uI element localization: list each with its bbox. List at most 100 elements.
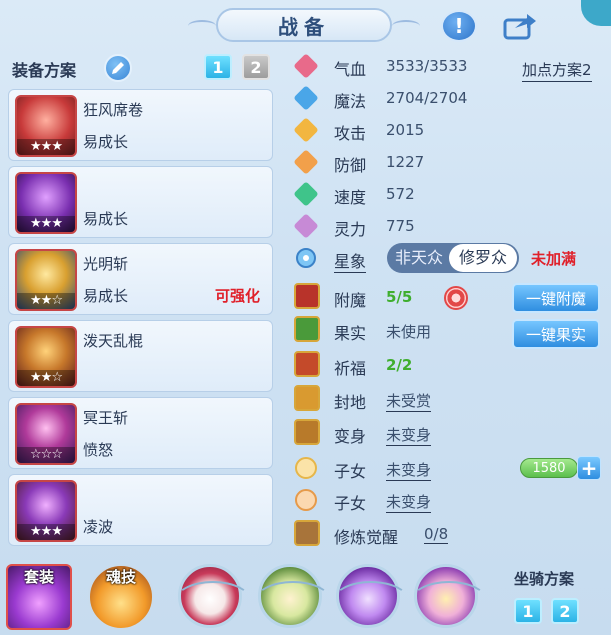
child-label: 子女 <box>334 494 367 513</box>
pencil-icon <box>112 62 124 74</box>
stat-defense-row: 防御 1227 <box>290 148 610 178</box>
enchant-value: 5/5 <box>386 288 413 306</box>
mount-plan-2-button[interactable]: 2 <box>551 598 579 624</box>
mount-plan-title: 坐骑方案 <box>514 570 575 588</box>
armored-boots-icon: ★★★ <box>15 480 77 542</box>
fief-label: 封地 <box>334 393 367 412</box>
star-rating: ★★★ <box>17 524 75 540</box>
fief-value[interactable]: 未受赏 <box>386 390 432 412</box>
edit-plan-button[interactable] <box>104 54 132 82</box>
one-click-enchant-button[interactable]: 一键附魔 <box>512 283 600 313</box>
spirit-icon <box>293 213 319 239</box>
blessing-value: 2/2 <box>386 356 413 374</box>
transform-row: 变身 未变身 <box>290 419 610 449</box>
help-button[interactable]: ! <box>441 10 477 42</box>
timer-icon[interactable] <box>444 286 468 310</box>
header-bar: 战备 ! <box>0 0 611 48</box>
child-icon <box>294 488 318 512</box>
blessing-icon <box>294 351 320 377</box>
awaken-row: 修炼觉醒 0/8 <box>290 520 610 550</box>
orb-slot-4[interactable] <box>409 564 489 628</box>
sword-icon <box>293 117 319 143</box>
stat-hp-row: 气血 3533/3533 <box>290 52 610 82</box>
stat-value: 572 <box>386 185 415 203</box>
orb-slot-3[interactable] <box>331 564 411 628</box>
equipment-plan-1-button[interactable]: 1 <box>204 54 232 80</box>
equipment-trait: 易成长 <box>83 210 129 228</box>
equipment-name: 狂风席卷 <box>83 101 144 119</box>
not-maxed-status: 未加满 <box>531 250 577 268</box>
star-rating: ★★☆ <box>17 293 75 309</box>
child-icon <box>294 456 318 480</box>
equipment-slot-3[interactable]: ★★☆ 光明斩 易成长 可强化 <box>8 243 273 315</box>
transform-icon <box>294 419 320 445</box>
stat-label: 灵力 <box>334 220 367 239</box>
stat-label: 气血 <box>334 60 367 79</box>
equipment-slot-6[interactable]: ★★★ 凌波 <box>8 474 273 546</box>
transform-label: 变身 <box>334 427 367 446</box>
faction-option-a[interactable]: 非天众 <box>395 243 443 273</box>
star-rating: ★★★ <box>17 139 75 155</box>
fief-row: 封地 未受赏 <box>290 385 610 415</box>
equipment-slot-2[interactable]: ★★★ 易成长 <box>8 166 273 238</box>
fan-weapon-icon: ★★★ <box>15 95 77 157</box>
child-value[interactable]: 未变身 <box>386 491 432 513</box>
equipment-slot-1[interactable]: ★★★ 狂风席卷 易成长 <box>8 89 273 161</box>
one-click-fruit-button[interactable]: 一键果实 <box>512 319 600 349</box>
equipment-plan-2-button[interactable]: 2 <box>242 54 270 80</box>
stat-value: 2015 <box>386 121 425 139</box>
stat-value: 3533/3533 <box>386 57 468 75</box>
purple-armor-icon: ★★★ <box>15 172 77 234</box>
stat-label: 攻击 <box>334 124 367 143</box>
crown-helm-icon: ☆☆☆ <box>15 403 77 465</box>
suit-label: 套装 <box>23 568 54 586</box>
equipment-slot-4[interactable]: ★★☆ 泼天乱棍 <box>8 320 273 392</box>
stat-spirit-row: 灵力 775 <box>290 212 610 242</box>
equipment-trait: 愤怒 <box>83 441 114 459</box>
equipment-trait: 易成长 <box>83 287 129 305</box>
page-title: 战备 <box>188 8 420 42</box>
child-label: 子女 <box>334 462 367 481</box>
equipment-slot-5[interactable]: ☆☆☆ 冥王斩 愤怒 <box>8 397 273 469</box>
blessing-label: 祈福 <box>334 359 367 378</box>
points-pill: 1580 <box>520 458 578 478</box>
stat-label: 速度 <box>334 188 367 207</box>
fief-icon <box>294 385 320 411</box>
equipment-trait: 凌波 <box>83 518 114 536</box>
heart-icon <box>293 53 319 79</box>
star-sign-link[interactable]: 星象 <box>334 248 367 273</box>
upgradable-tag: 可强化 <box>214 287 260 305</box>
awaken-label: 修炼觉醒 <box>334 528 399 547</box>
orb-slot-2[interactable] <box>253 564 333 628</box>
transform-value[interactable]: 未变身 <box>386 424 432 446</box>
golden-armor-icon: ★★☆ <box>15 249 77 311</box>
suit-button[interactable]: 套装 <box>6 564 72 630</box>
equipment-header: 装备方案 <box>8 52 278 82</box>
fruit-icon <box>294 316 320 342</box>
faction-option-b[interactable]: 修罗众 <box>449 244 517 272</box>
awaken-value[interactable]: 0/8 <box>424 525 449 544</box>
share-arrow-icon <box>503 14 536 40</box>
child-value[interactable]: 未变身 <box>386 459 432 481</box>
plus-icon: + <box>580 456 598 480</box>
add-points-button[interactable]: + <box>577 456 601 480</box>
enchant-label: 附魔 <box>334 291 367 310</box>
star-rating: ★★☆ <box>17 370 75 386</box>
equipment-plan-title: 装备方案 <box>12 61 77 80</box>
star-rating: ☆☆☆ <box>17 447 75 463</box>
stat-attack-row: 攻击 2015 <box>290 116 610 146</box>
stat-value: 1227 <box>386 153 425 171</box>
faction-toggle[interactable]: 非天众 修罗众 <box>387 243 519 273</box>
equipment-name: 泼天乱棍 <box>83 332 144 350</box>
stat-mp-row: 魔法 2704/2704 <box>290 84 610 114</box>
orb-slot-1[interactable] <box>173 564 253 628</box>
soul-skill-button[interactable]: 魂技 <box>88 564 154 630</box>
blessing-row: 祈福 2/2 <box>290 351 610 381</box>
mount-plan-1-button[interactable]: 1 <box>514 598 542 624</box>
stat-value: 2704/2704 <box>386 89 468 107</box>
star-rating: ★★★ <box>17 216 75 232</box>
share-button[interactable] <box>500 10 540 42</box>
stat-label: 防御 <box>334 156 367 175</box>
star-sign-icon <box>294 246 318 270</box>
equipment-trait: 易成长 <box>83 133 129 151</box>
